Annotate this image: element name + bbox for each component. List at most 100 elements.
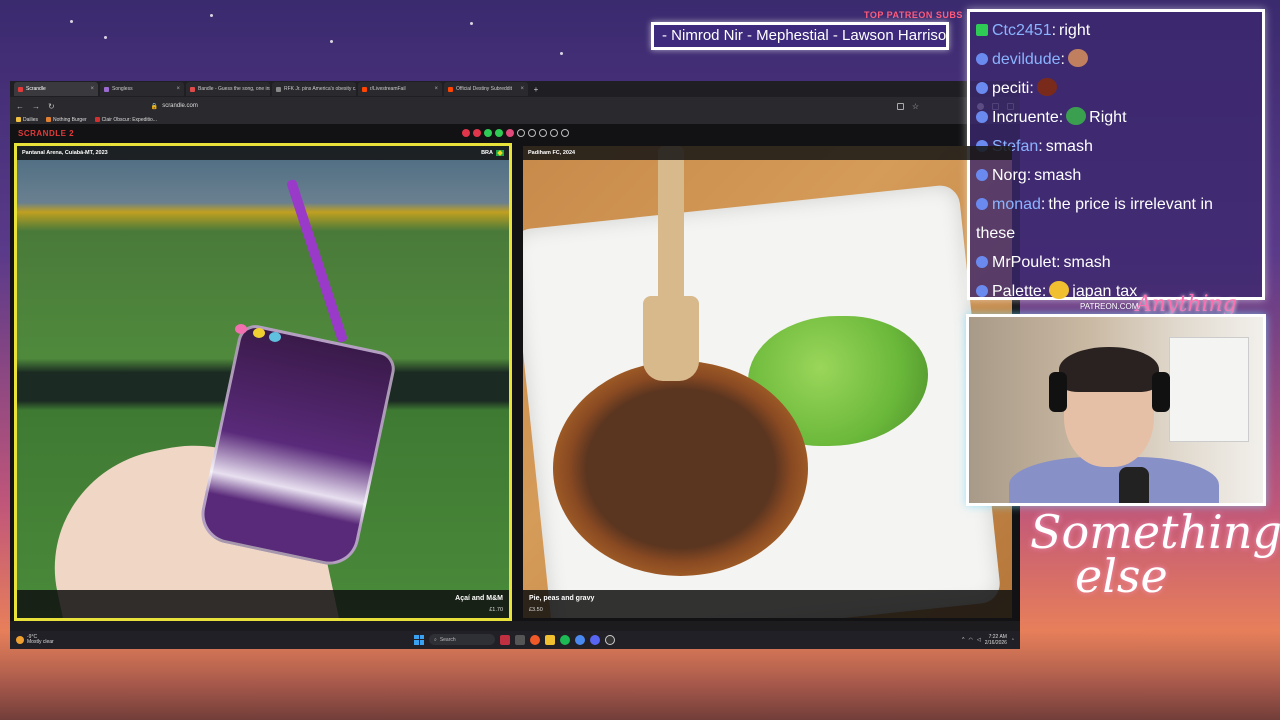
chat-badge-icon xyxy=(976,53,988,65)
file-explorer-icon[interactable] xyxy=(545,634,555,645)
patreon-url: PATREON.COM/ xyxy=(1080,302,1141,311)
card-header-right: Padiham FC, 2024 xyxy=(523,146,1012,160)
obs-icon[interactable] xyxy=(605,634,615,645)
chat-username[interactable]: peciti xyxy=(992,80,1029,97)
chat-message: Norg: smash xyxy=(976,161,1256,190)
chat-username[interactable]: monad xyxy=(992,196,1041,213)
tab-favicon-icon xyxy=(104,86,109,92)
chat-emote-icon xyxy=(1066,107,1087,125)
tab-close-icon[interactable]: × xyxy=(434,86,438,92)
weather-desc: Mostly clear xyxy=(27,639,54,645)
food-card-right[interactable]: Padiham FC, 2024 Pie, peas and gravy £3.… xyxy=(520,143,1015,621)
reload-icon[interactable]: ↻ xyxy=(48,102,55,111)
tab-bar: Scrandle × Songless × Bandle - Guess the son… xyxy=(10,81,1020,97)
tab-close-icon[interactable]: × xyxy=(520,86,524,92)
chat-separator: : xyxy=(1029,80,1034,97)
chat-badge-icon xyxy=(976,111,988,123)
progress-dot xyxy=(484,129,492,137)
chat-username[interactable]: MrPoulet xyxy=(992,254,1056,271)
chat-separator: : xyxy=(1026,167,1032,184)
address-bar[interactable]: 🔒 scrandle.com xyxy=(63,100,889,112)
something-else-signature: Something else xyxy=(1030,505,1280,599)
tab-favicon-icon xyxy=(448,86,453,92)
tab-favicon-icon xyxy=(190,86,195,92)
chat-separator: : xyxy=(1038,138,1043,155)
bookmark-icon xyxy=(46,117,52,122)
clock[interactable]: 7:22 AM 2/16/2026 xyxy=(985,634,1007,646)
bookmark-star-icon[interactable]: ☆ xyxy=(912,102,919,111)
chat-emote-icon xyxy=(1036,78,1057,96)
browser-tab[interactable]: RFK Jr. pins America's obesity c...× xyxy=(272,82,356,96)
forward-arrow-icon[interactable]: → xyxy=(32,102,40,111)
food-price: £1.70 xyxy=(489,607,503,613)
flag-app-icon[interactable] xyxy=(500,634,510,645)
progress-dot xyxy=(550,129,558,137)
tab-close-icon[interactable]: × xyxy=(90,86,94,92)
candy-shape xyxy=(253,328,265,338)
pie-shape xyxy=(553,361,808,576)
star-decoration xyxy=(70,20,73,23)
chat-username[interactable]: Ctc2451 xyxy=(992,22,1052,39)
candy-shape xyxy=(269,332,281,342)
food-card-left[interactable]: Pantanal Arena, Cuiabá-MT, 2023 BRA Açaí… xyxy=(14,143,512,621)
bookmark-label: Clair Obscur: Expeditio... xyxy=(101,116,157,123)
tab-favicon-icon xyxy=(362,86,367,92)
chat-emote-icon xyxy=(1067,49,1088,67)
food-name: Açaí and M&M xyxy=(455,595,503,602)
browser-tab[interactable]: Official Destiny Subreddit × xyxy=(444,82,528,96)
browser-tab[interactable]: Songless × xyxy=(100,82,184,96)
star-decoration xyxy=(560,52,563,55)
spotify-icon[interactable] xyxy=(560,634,570,645)
chat-message: Ctc2451: right xyxy=(976,16,1256,45)
clock-date: 2/16/2026 xyxy=(984,640,1007,646)
chat-message: peciti: xyxy=(976,74,1256,103)
task-view-icon[interactable] xyxy=(515,634,525,645)
chat-message: Stefan: smash xyxy=(976,132,1256,161)
browser-tab[interactable]: Scrandle × xyxy=(14,82,98,96)
chat-message: Incruente: Right xyxy=(976,103,1256,132)
discord-icon[interactable] xyxy=(590,634,600,645)
new-tab-button[interactable]: + xyxy=(530,85,542,94)
chat-badge-icon xyxy=(976,198,988,210)
signature-line-1: Something xyxy=(1030,505,1280,559)
wifi-icon[interactable]: ◠ xyxy=(968,637,972,643)
chat-username[interactable]: Incruente xyxy=(992,109,1059,126)
bookmark-item[interactable]: Dailies xyxy=(16,117,38,123)
back-arrow-icon[interactable]: ← xyxy=(16,102,24,111)
microphone-shape xyxy=(1119,467,1149,503)
bookmark-item[interactable]: Nothing Burger xyxy=(46,117,87,123)
system-tray: ^ ◠ ◁ 7:22 AM 2/16/2026 ◔ xyxy=(962,634,1014,646)
brave-browser-icon[interactable] xyxy=(530,634,540,645)
tab-label: RFK Jr. pins America's obesity c... xyxy=(284,86,356,92)
progress-dot xyxy=(462,129,470,137)
tab-close-icon[interactable]: × xyxy=(176,86,180,92)
browser-tab[interactable]: r/LivestreamFail × xyxy=(358,82,442,96)
chat-username[interactable]: devildude xyxy=(992,51,1061,68)
bookmarks-bar: Dailies Nothing Burger Clair Obscur: Exped… xyxy=(10,115,1020,124)
browser-tab[interactable]: Bandle - Guess the song, one instr...× xyxy=(186,82,270,96)
pie-photo xyxy=(523,146,1012,618)
card-footer-right: Pie, peas and gravy £3.50 xyxy=(523,590,1012,618)
chat-text: smash xyxy=(1045,138,1093,155)
scrandle-logo: SCRANDLE 2 xyxy=(18,129,75,138)
browser-toolbar: ← → ↻ 🔒 scrandle.com ☆ xyxy=(10,97,1020,115)
notification-bell-icon[interactable]: ◔ xyxy=(1011,637,1014,643)
windows-start-icon[interactable] xyxy=(414,634,424,645)
install-app-icon[interactable] xyxy=(896,102,904,110)
tab-label: Bandle - Guess the song, one instr... xyxy=(198,86,270,92)
taskbar-search[interactable]: ⌕ Search xyxy=(429,634,495,645)
chat-username[interactable]: Norg xyxy=(992,167,1027,184)
volume-icon[interactable]: ◁ xyxy=(977,637,981,643)
chat-separator: : xyxy=(1051,22,1057,39)
game-header: SCRANDLE 2 xyxy=(10,124,1020,143)
url-text: scrandle.com xyxy=(162,103,198,109)
chat-text: japan tax xyxy=(1072,283,1138,300)
search-icon: ⌕ xyxy=(434,636,437,643)
chat-username[interactable]: Palette xyxy=(992,283,1042,300)
tab-list: Scrandle × Songless × Bandle - Guess the son… xyxy=(14,82,528,96)
chrome-icon[interactable] xyxy=(575,634,585,645)
bookmark-item[interactable]: Clair Obscur: Expeditio... xyxy=(94,116,157,123)
weather-widget[interactable]: -9°C Mostly clear xyxy=(10,635,54,645)
tray-chevron-icon[interactable]: ^ xyxy=(962,637,964,643)
chat-text: smash xyxy=(1034,167,1082,184)
